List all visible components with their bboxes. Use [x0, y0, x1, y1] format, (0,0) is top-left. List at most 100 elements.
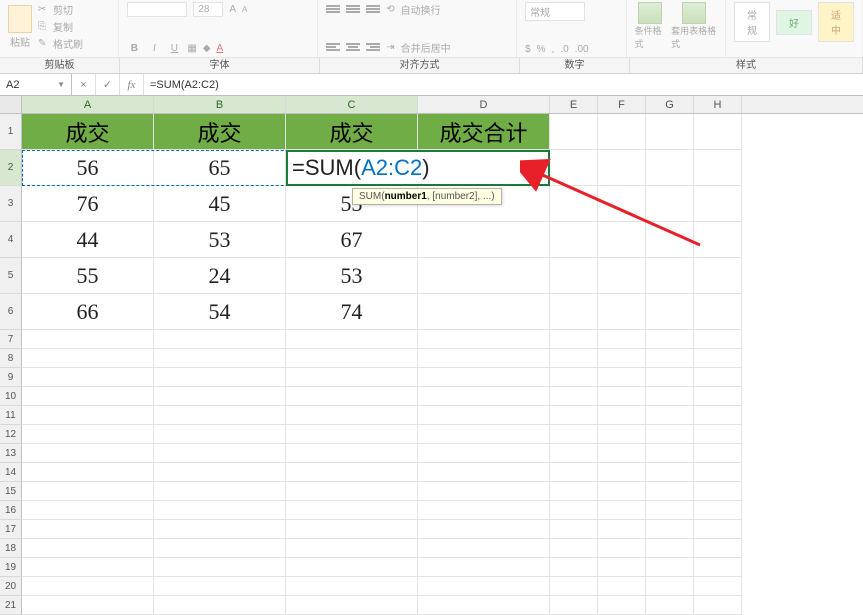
empty-cell[interactable] [646, 330, 694, 349]
increase-decimal-icon[interactable]: .0 [560, 44, 568, 55]
empty-cell[interactable] [154, 387, 286, 406]
empty-cell[interactable] [550, 558, 598, 577]
empty-cell[interactable] [22, 539, 154, 558]
orientation-icon[interactable]: ⟲ [386, 4, 394, 15]
empty-cell[interactable] [418, 501, 550, 520]
empty-cell[interactable] [154, 444, 286, 463]
empty-cell[interactable] [598, 150, 646, 186]
cell-style-normal[interactable]: 常规 [734, 2, 770, 42]
data-cell[interactable]: 74 [286, 294, 418, 330]
shrink-font-icon[interactable]: A [242, 5, 247, 14]
empty-cell[interactable] [646, 406, 694, 425]
row-header[interactable]: 1 [0, 114, 22, 150]
empty-cell[interactable] [694, 406, 742, 425]
empty-cell[interactable] [646, 520, 694, 539]
chevron-down-icon[interactable]: ▼ [57, 80, 65, 89]
data-cell[interactable]: 56 [22, 150, 154, 186]
align-top-icon[interactable] [326, 4, 340, 16]
empty-cell[interactable] [418, 539, 550, 558]
empty-cell[interactable] [646, 463, 694, 482]
header-cell[interactable]: 成交 [286, 114, 418, 150]
paste-icon[interactable] [8, 5, 32, 33]
row-header[interactable]: 10 [0, 387, 22, 406]
col-header-c[interactable]: C [286, 96, 418, 113]
header-cell[interactable]: 成交 [154, 114, 286, 150]
empty-cell[interactable] [154, 539, 286, 558]
empty-cell[interactable] [286, 577, 418, 596]
empty-cell[interactable] [22, 558, 154, 577]
empty-cell[interactable] [646, 539, 694, 558]
active-cell-editor[interactable]: =SUM(A2:C2) [286, 150, 550, 186]
empty-cell[interactable] [550, 349, 598, 368]
number-format-select[interactable]: 常规 [525, 2, 585, 21]
header-cell[interactable]: 成交 [22, 114, 154, 150]
empty-cell[interactable] [154, 482, 286, 501]
empty-cell[interactable] [286, 463, 418, 482]
align-right-icon[interactable] [366, 42, 380, 54]
data-cell[interactable]: 24 [154, 258, 286, 294]
grow-font-icon[interactable]: A [229, 4, 236, 15]
empty-cell[interactable] [286, 520, 418, 539]
empty-cell[interactable] [154, 501, 286, 520]
empty-cell[interactable] [286, 444, 418, 463]
align-center-icon[interactable] [346, 42, 360, 54]
cell-style-good[interactable]: 好 [776, 10, 812, 35]
format-as-table-icon[interactable] [682, 2, 706, 24]
empty-cell[interactable] [550, 482, 598, 501]
empty-cell[interactable] [550, 425, 598, 444]
empty-cell[interactable] [598, 539, 646, 558]
empty-cell[interactable] [286, 330, 418, 349]
empty-cell[interactable] [694, 539, 742, 558]
empty-cell[interactable] [694, 150, 742, 186]
cancel-formula-button[interactable]: × [72, 74, 96, 95]
conditional-format-icon[interactable] [638, 2, 662, 24]
empty-cell[interactable] [694, 558, 742, 577]
row-header[interactable]: 12 [0, 425, 22, 444]
align-middle-icon[interactable] [346, 4, 360, 16]
format-painter-button[interactable]: ✎格式刷 [38, 36, 83, 51]
row-header[interactable]: 4 [0, 222, 22, 258]
empty-cell[interactable] [22, 577, 154, 596]
empty-cell[interactable] [286, 368, 418, 387]
empty-cell[interactable] [418, 406, 550, 425]
empty-cell[interactable] [418, 482, 550, 501]
empty-cell[interactable] [694, 577, 742, 596]
data-cell[interactable]: 44 [22, 222, 154, 258]
row-header[interactable]: 11 [0, 406, 22, 425]
header-cell[interactable]: 成交合计 [418, 114, 550, 150]
empty-cell[interactable] [598, 596, 646, 615]
cells-area[interactable]: 成交 成交 成交 成交合计 56 65 [22, 114, 742, 615]
empty-cell[interactable] [550, 577, 598, 596]
empty-cell[interactable] [286, 596, 418, 615]
empty-cell[interactable] [22, 368, 154, 387]
empty-cell[interactable] [550, 596, 598, 615]
border-icon[interactable]: ▦ [187, 43, 196, 54]
empty-cell[interactable] [646, 558, 694, 577]
row-header[interactable]: 19 [0, 558, 22, 577]
empty-cell[interactable] [418, 577, 550, 596]
data-cell[interactable]: 53 [286, 258, 418, 294]
row-header[interactable]: 9 [0, 368, 22, 387]
data-cell[interactable] [418, 294, 550, 330]
row-header[interactable]: 7 [0, 330, 22, 349]
empty-cell[interactable] [598, 368, 646, 387]
empty-cell[interactable] [22, 330, 154, 349]
empty-cell[interactable] [286, 349, 418, 368]
empty-cell[interactable] [286, 539, 418, 558]
cut-button[interactable]: ✂剪切 [38, 2, 83, 17]
col-header-h[interactable]: H [694, 96, 742, 113]
empty-cell[interactable] [286, 425, 418, 444]
empty-cell[interactable] [646, 368, 694, 387]
select-all-corner[interactable] [0, 96, 22, 113]
empty-cell[interactable] [646, 387, 694, 406]
data-cell[interactable]: 53 [154, 222, 286, 258]
empty-cell[interactable] [646, 482, 694, 501]
data-cell[interactable]: 54 [154, 294, 286, 330]
enter-formula-button[interactable]: ✓ [96, 74, 120, 95]
empty-cell[interactable] [550, 406, 598, 425]
empty-cell[interactable] [418, 520, 550, 539]
indent-icon[interactable]: ⇥ [386, 42, 394, 53]
empty-cell[interactable] [694, 349, 742, 368]
merge-center-button[interactable]: 合并后居中 [401, 40, 451, 55]
empty-cell[interactable] [22, 520, 154, 539]
